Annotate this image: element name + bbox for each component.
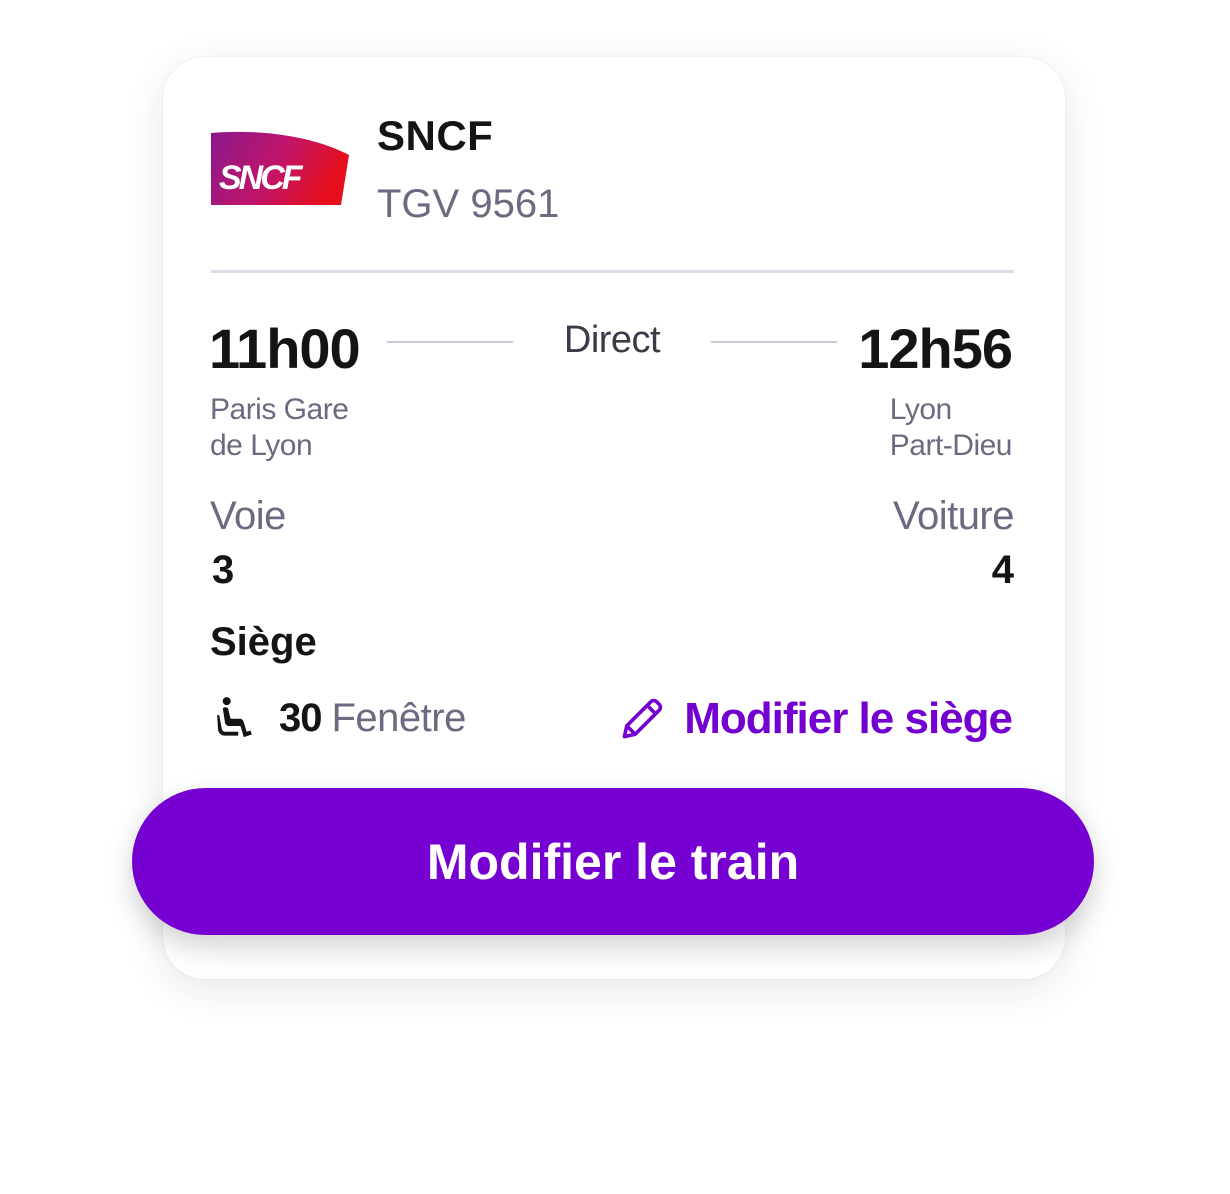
connection-type: Direct xyxy=(563,319,661,361)
sncf-logo: SNCF xyxy=(211,131,349,205)
sncf-logo-text: SNCF xyxy=(219,159,304,197)
route-line-left xyxy=(387,341,513,343)
track-label: Voie xyxy=(210,494,286,538)
departure-time: 11h00 xyxy=(209,317,361,380)
seat-info: 30 Fenêtre xyxy=(211,693,466,743)
train-number: TGV 9561 xyxy=(377,182,560,226)
seat-heading: Siège xyxy=(210,620,317,664)
seat-number: 30 xyxy=(279,695,322,740)
departure-station-line1: Paris Gare xyxy=(210,393,349,426)
coach-label: Voiture xyxy=(892,494,1015,538)
coach-value: 4 xyxy=(991,548,1014,592)
edit-seat-label: Modifier le siège xyxy=(684,694,1013,743)
seat-type: Fenêtre xyxy=(331,695,467,740)
track-value: 3 xyxy=(212,548,235,592)
change-train-button[interactable]: Modifier le train xyxy=(132,788,1094,935)
departure-station: Paris Gare de Lyon xyxy=(210,392,349,464)
stage: SNCF SNCF TGV 9561 11h00 Direct 12h56 Pa… xyxy=(0,0,1230,1194)
seat-icon xyxy=(217,697,252,738)
edit-seat-link[interactable]: Modifier le siège xyxy=(618,693,1013,745)
divider xyxy=(211,270,1014,273)
route-line-right xyxy=(711,341,837,343)
arrival-station-line1: Lyon xyxy=(889,393,952,426)
arrival-time: 12h56 xyxy=(858,317,1013,380)
carrier-name: SNCF xyxy=(377,112,494,159)
departure-station-line2: de Lyon xyxy=(210,429,313,462)
arrival-station: Lyon Part-Dieu xyxy=(889,392,1013,464)
arrival-station-line2: Part-Dieu xyxy=(889,429,1013,462)
pencil-icon xyxy=(622,698,663,739)
